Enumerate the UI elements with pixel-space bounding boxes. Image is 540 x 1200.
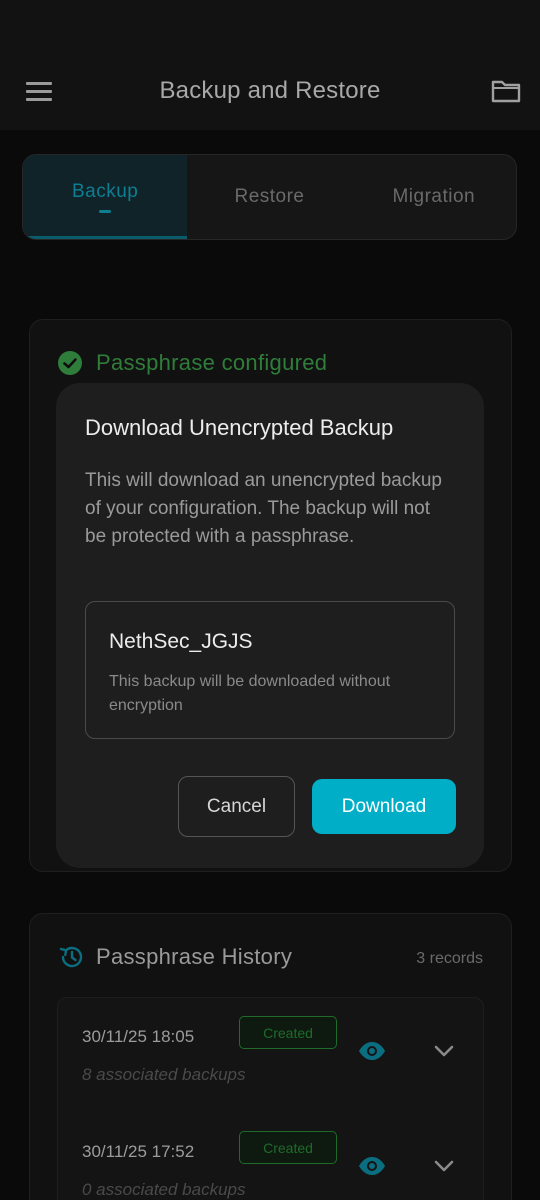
tab-backup[interactable]: Backup: [23, 155, 188, 239]
backup-note: This backup will be downloaded without e…: [109, 673, 391, 714]
chevron-down-icon[interactable]: [433, 1156, 455, 1176]
history-date: 30/11/25 17:52: [82, 1142, 195, 1161]
history-row: 30/11/25 18:05 Created 8 associated back…: [58, 1016, 485, 1127]
app-bar: Backup and Restore: [0, 0, 540, 130]
folder-icon[interactable]: [490, 76, 522, 106]
active-tab-underline: [23, 236, 188, 239]
associated-backups: 0 associated backups: [82, 1180, 246, 1199]
dialog-description: This will download an unencrypted backup…: [85, 470, 442, 547]
eye-icon[interactable]: [358, 1041, 386, 1061]
tab-restore[interactable]: Restore: [187, 155, 351, 239]
history-list: 30/11/25 18:05 Created 8 associated back…: [57, 997, 484, 1200]
tab-migration-label: Migration: [392, 186, 476, 207]
status-badge: Created: [239, 1131, 337, 1164]
history-row: 30/11/25 17:52 Created 0 associated back…: [58, 1131, 485, 1200]
cancel-button[interactable]: Cancel: [178, 776, 295, 837]
backup-name: NethSec_JGJS: [109, 630, 253, 653]
passphrase-status-text: Passphrase configured: [96, 350, 328, 375]
chevron-down-icon[interactable]: [433, 1041, 455, 1061]
check-circle-icon: [58, 351, 82, 375]
download-button[interactable]: Download: [312, 779, 456, 834]
associated-backups: 8 associated backups: [82, 1065, 246, 1084]
backup-info-box: NethSec_JGJS This backup will be downloa…: [85, 601, 455, 739]
tab-bar: Backup Restore Migration: [22, 154, 517, 240]
tab-backup-label: Backup: [71, 181, 139, 202]
status-badge: Created: [239, 1016, 337, 1049]
eye-icon[interactable]: [358, 1156, 386, 1176]
active-tab-indicator-dash: [99, 210, 112, 213]
download-unencrypted-dialog: Download Unencrypted Backup This will do…: [56, 383, 484, 868]
dialog-title: Download Unencrypted Backup: [85, 415, 394, 440]
passphrase-status: Passphrase configured: [58, 350, 327, 376]
page-title: Backup and Restore: [159, 77, 381, 104]
tab-restore-label: Restore: [234, 186, 305, 207]
passphrase-history-card: Passphrase History 3 records 30/11/25 18…: [29, 913, 512, 1200]
history-title: Passphrase History: [96, 944, 293, 969]
history-count: 3 records: [416, 950, 483, 967]
history-header: Passphrase History: [58, 944, 292, 970]
tab-migration[interactable]: Migration: [352, 155, 516, 239]
history-icon: [59, 946, 83, 968]
history-date: 30/11/25 18:05: [82, 1027, 195, 1046]
